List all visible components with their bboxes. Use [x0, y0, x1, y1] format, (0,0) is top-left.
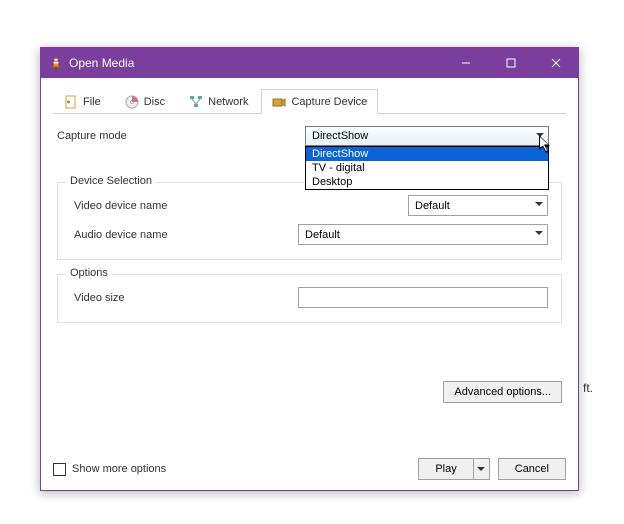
tab-file-label: File	[83, 96, 101, 108]
tab-disc-label: Disc	[144, 96, 165, 108]
chevron-down-icon	[535, 199, 543, 211]
file-icon	[64, 95, 78, 109]
options-group: Options Video size	[57, 274, 562, 323]
device-selection-group: Device Selection Video device name Defau…	[57, 182, 562, 260]
dialog-footer: Show more options Play Cancel	[53, 458, 566, 480]
capture-mode-dropdown[interactable]: DirectShow TV - digital Desktop	[305, 146, 549, 190]
capture-mode-option-directshow[interactable]: DirectShow	[306, 147, 548, 161]
close-button[interactable]	[533, 48, 578, 78]
titlebar[interactable]: Open Media	[41, 48, 578, 78]
play-button[interactable]: Play	[418, 458, 473, 480]
audio-device-value: Default	[305, 229, 340, 241]
mouse-cursor-icon	[539, 135, 555, 160]
capture-mode-label: Capture mode	[57, 130, 305, 142]
stray-text: ft.	[583, 381, 593, 395]
capture-device-icon	[272, 95, 286, 109]
content-area: File Disc Network Capture Device Capture…	[41, 78, 578, 417]
audio-device-label: Audio device name	[68, 229, 298, 241]
show-more-options-label: Show more options	[72, 463, 166, 475]
minimize-button[interactable]	[443, 48, 488, 78]
video-device-combo[interactable]: Default	[408, 195, 548, 216]
tab-file[interactable]: File	[53, 89, 112, 114]
video-size-label: Video size	[68, 292, 298, 304]
open-media-window: Open Media File Disc Network Capture Dev…	[40, 47, 579, 491]
tab-bar: File Disc Network Capture Device	[53, 88, 566, 114]
capture-mode-combo[interactable]: DirectShow	[305, 126, 549, 146]
show-more-options-checkbox[interactable]	[53, 463, 66, 476]
video-device-value: Default	[415, 200, 450, 212]
advanced-options-button[interactable]: Advanced options...	[443, 381, 562, 403]
chevron-down-icon	[535, 228, 543, 240]
audio-device-combo[interactable]: Default	[298, 224, 548, 245]
tab-capture-device[interactable]: Capture Device	[261, 89, 378, 114]
video-size-input[interactable]	[298, 287, 548, 308]
video-device-label: Video device name	[68, 200, 408, 212]
tab-network-label: Network	[208, 96, 248, 108]
cancel-button[interactable]: Cancel	[498, 458, 566, 480]
network-icon	[189, 95, 203, 109]
disc-icon	[125, 95, 139, 109]
play-split-button[interactable]: Play	[418, 458, 489, 480]
capture-mode-option-tv-digital[interactable]: TV - digital	[306, 161, 548, 175]
maximize-button[interactable]	[488, 48, 533, 78]
cancel-label: Cancel	[515, 463, 549, 475]
tab-capture-label: Capture Device	[291, 96, 367, 108]
options-title: Options	[66, 267, 112, 279]
window-title: Open Media	[69, 56, 443, 70]
capture-mode-option-desktop[interactable]: Desktop	[306, 175, 548, 189]
play-dropdown-button[interactable]	[474, 458, 490, 480]
vlc-cone-icon	[49, 55, 63, 72]
advanced-options-label: Advanced options...	[454, 386, 551, 398]
device-selection-title: Device Selection	[66, 175, 156, 187]
capture-mode-value: DirectShow	[312, 130, 368, 142]
tab-disc[interactable]: Disc	[114, 89, 176, 114]
tab-network[interactable]: Network	[178, 89, 259, 114]
